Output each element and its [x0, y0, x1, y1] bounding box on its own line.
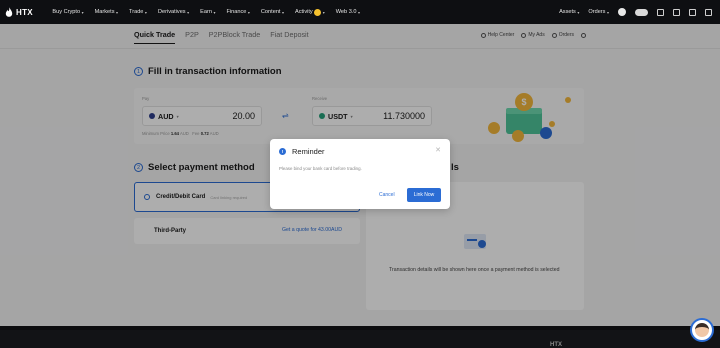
chevron-down-icon: ▾	[213, 9, 216, 15]
nav-derivatives[interactable]: Derivatives ▾	[152, 9, 194, 16]
download-icon[interactable]	[657, 8, 664, 16]
nav-finance[interactable]: Finance ▾	[221, 9, 255, 16]
nav-buy-crypto[interactable]: Buy Crypto ▾	[47, 9, 89, 16]
reminder-modal: ! Reminder ✕ Please bind your bank card …	[270, 139, 450, 209]
nav-markets[interactable]: Markets ▾	[89, 9, 123, 16]
nav-label: Buy Crypto	[52, 9, 81, 15]
close-icon[interactable]: ✕	[435, 146, 441, 154]
nav-label: Finance	[226, 9, 247, 15]
modal-title: Reminder	[292, 147, 325, 156]
nav-activity[interactable]: Activity ▾	[290, 8, 331, 16]
nav-label: Content	[260, 9, 281, 15]
nav-web3[interactable]: Web 3.0 ▾	[330, 9, 365, 16]
nav-label: Assets	[559, 9, 576, 15]
chevron-down-icon: ▾	[116, 9, 119, 15]
user-avatar[interactable]	[618, 8, 626, 16]
nav-earn[interactable]: Earn ▾	[195, 9, 221, 16]
settings-icon[interactable]	[705, 8, 712, 16]
support-chat-button[interactable]	[690, 318, 714, 342]
nav-content[interactable]: Content ▾	[255, 9, 289, 16]
chevron-down-icon: ▾	[187, 9, 190, 15]
top-nav: HTX Buy Crypto ▾ Markets ▾ Trade ▾ Derivati…	[0, 0, 720, 24]
footer-logo: HTX	[550, 342, 562, 348]
cancel-button[interactable]: Cancel	[379, 192, 395, 198]
chevron-down-icon: ▾	[606, 9, 609, 15]
chevron-down-icon: ▾	[357, 9, 360, 15]
nav-orders[interactable]: Orders ▾	[588, 9, 609, 15]
chevron-down-icon: ▾	[81, 9, 84, 15]
htx-logo[interactable]: HTX	[5, 7, 33, 17]
modal-message: Please bind your bank card before tradin…	[279, 166, 362, 171]
support-avatar-icon	[695, 323, 709, 337]
nav-label: Derivatives	[157, 9, 186, 15]
flame-icon	[5, 7, 13, 17]
nav-label: Orders	[588, 9, 606, 15]
nav-label: Activity	[295, 9, 313, 15]
nav-label: Trade	[129, 9, 144, 15]
chevron-down-icon: ▾	[322, 9, 325, 15]
notification-icon[interactable]	[673, 8, 680, 16]
info-icon: !	[279, 148, 286, 155]
language-icon[interactable]	[689, 8, 696, 16]
nav-label: Markets	[94, 9, 115, 15]
chevron-down-icon: ▾	[247, 9, 250, 15]
nav-assets[interactable]: Assets ▾	[559, 9, 579, 15]
chevron-down-icon: ▾	[144, 9, 147, 15]
nav-trade[interactable]: Trade ▾	[124, 9, 153, 16]
activity-coin-icon	[314, 8, 322, 16]
nav-label: Earn	[200, 9, 212, 15]
account-badge[interactable]	[635, 8, 648, 16]
link-now-button[interactable]: Link Now	[407, 188, 441, 202]
nav-label: Web 3.0	[335, 9, 357, 15]
chevron-down-icon: ▾	[577, 9, 580, 15]
chevron-down-icon: ▾	[281, 9, 284, 15]
logo-text: HTX	[16, 7, 33, 17]
